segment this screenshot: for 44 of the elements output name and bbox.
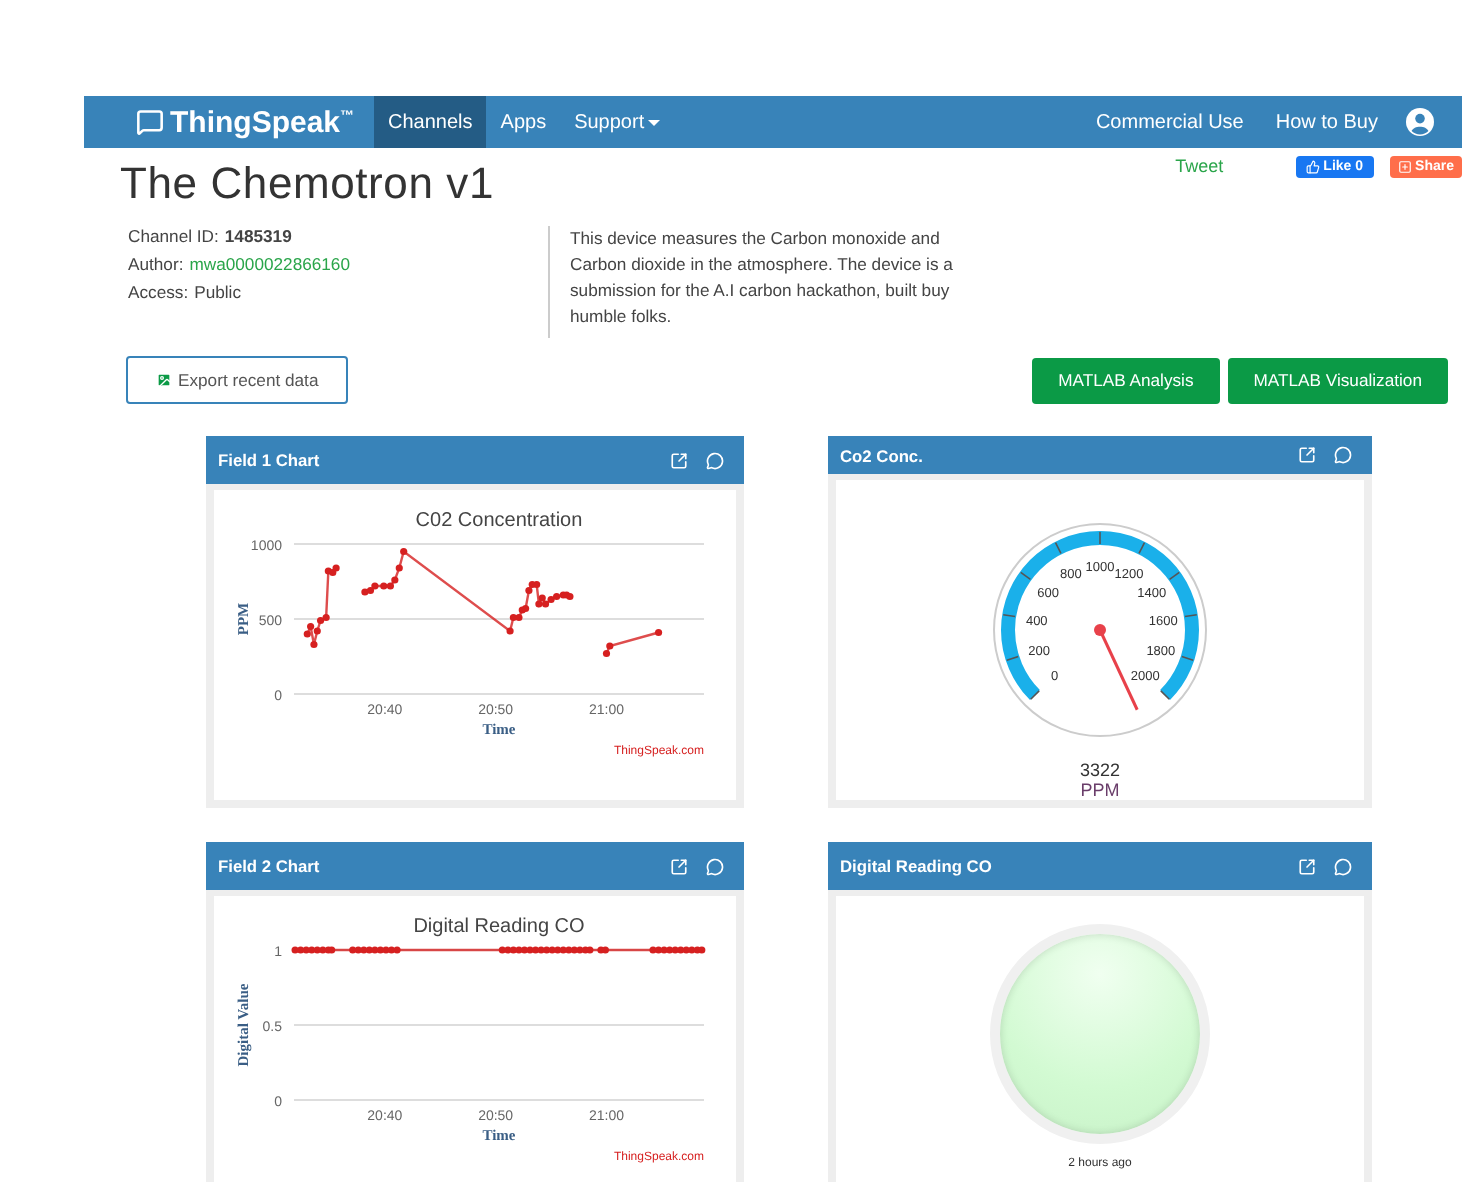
comment-icon[interactable] [706, 857, 724, 875]
card-title: Co2 Conc. [840, 445, 925, 465]
nav-link[interactable]: How to Buy [1259, 96, 1394, 148]
meta-label: Channel ID: [128, 226, 219, 246]
channel-title: The Chemotron v1 [120, 158, 494, 210]
comment-icon[interactable] [706, 451, 724, 469]
card-title: Digital Reading CO [840, 856, 994, 876]
comment-icon[interactable] [1334, 857, 1352, 875]
nav-link[interactable]: Commercial Use [1079, 96, 1260, 148]
data-point [505, 627, 513, 635]
nav-tab[interactable]: Channels [374, 96, 487, 148]
channel-description: This device measures the Carbon monoxide and Carbon dioxide in the atmosphere. The device is a submission for the A.I carbon hackathon, built buy humble folks. [548, 226, 980, 338]
external-link-icon[interactable] [1298, 857, 1316, 875]
meta-label: Author: [128, 254, 184, 274]
external-link-icon[interactable] [1298, 446, 1316, 464]
image-icon [156, 372, 172, 388]
meta-value: 1485319 [224, 226, 292, 246]
logo[interactable]: ThingSpeak$^{™}$ [136, 96, 355, 148]
chat-bubble-icon [136, 108, 164, 136]
external-link-icon[interactable] [670, 451, 688, 469]
gauge-reading: 3322 [1079, 760, 1121, 780]
data-point [653, 628, 662, 637]
card-title: Field 2 Chart [218, 856, 322, 876]
gauge-hub [1094, 624, 1106, 636]
meta-label: Access: [128, 282, 189, 302]
data-point [399, 547, 407, 556]
export-button[interactable]: Export recent data [126, 356, 349, 404]
matlab-button[interactable]: MATLAB Analysis [1032, 357, 1220, 403]
data-point [394, 564, 402, 572]
author-link[interactable]: mwa0000022866160 [189, 254, 350, 274]
gauge-unit: PPM [1080, 780, 1120, 800]
nav-tab[interactable]: Apps [486, 96, 561, 148]
meta-value: Public [194, 282, 241, 302]
tweet-link[interactable]: Tweet [1175, 156, 1224, 176]
matlab-button[interactable]: MATLAB Visualization [1227, 357, 1448, 403]
comment-icon[interactable] [1334, 446, 1352, 464]
external-link-icon[interactable] [670, 857, 688, 875]
user-avatar-icon[interactable] [1406, 108, 1434, 136]
chart-title: Digital Reading CO [412, 916, 584, 938]
chart-title: C02 Concentration [414, 510, 582, 532]
plus-icon [1397, 159, 1412, 173]
card-title: Field 1 Chart [218, 450, 322, 470]
thumbs-up-icon [1305, 159, 1320, 173]
nav-tab[interactable]: Support [560, 96, 675, 148]
